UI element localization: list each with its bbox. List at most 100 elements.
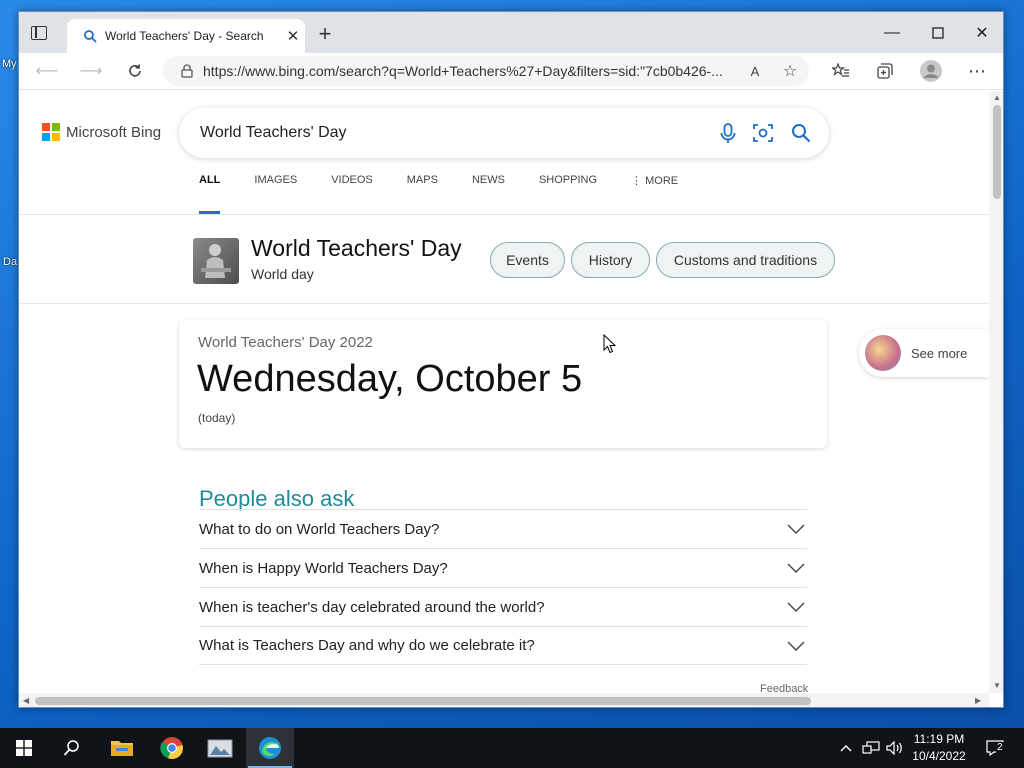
folder-icon: [111, 741, 133, 756]
pill-history[interactable]: History: [571, 242, 650, 278]
profile-button[interactable]: [917, 60, 945, 82]
forward-button[interactable]: ⟶: [77, 60, 105, 82]
tab-title: World Teachers' Day - Search: [105, 29, 264, 43]
search-input[interactable]: World Teachers' Day: [179, 108, 829, 158]
url-text: https://www.bing.com/search?q=World+Teac…: [203, 63, 723, 79]
see-more-thumbnail: [865, 335, 901, 371]
mouse-cursor-icon: [603, 334, 617, 354]
scroll-down-icon[interactable]: ▼: [993, 681, 1001, 690]
chevron-down-icon: [787, 563, 805, 573]
volume-button[interactable]: [884, 728, 906, 768]
taskbar: 11:19 PM 10/4/2022 2: [0, 728, 1024, 768]
chrome-icon: [160, 737, 183, 760]
tab-images[interactable]: IMAGES: [254, 174, 297, 202]
lock-icon[interactable]: [181, 64, 193, 78]
scrollbar-thumb[interactable]: [993, 105, 1001, 199]
minimize-button[interactable]: —: [869, 20, 915, 46]
see-more-button[interactable]: See more: [859, 329, 989, 377]
date-card-note: (today): [198, 411, 236, 425]
tab-actions-icon[interactable]: [31, 26, 47, 40]
horizontal-scrollbar[interactable]: ◀ ▶: [19, 693, 989, 707]
paa-question[interactable]: What to do on World Teachers Day?: [199, 509, 807, 548]
bing-logo-text: Microsoft Bing: [66, 123, 162, 141]
tab-all[interactable]: ALL: [199, 174, 221, 214]
teacher-photo-icon: [201, 244, 231, 278]
back-button[interactable]: ⟵: [33, 60, 61, 82]
close-tab-icon[interactable]: ✕: [281, 27, 305, 45]
pill-customs-and-traditions[interactable]: Customs and traditions: [656, 242, 835, 278]
desktop-icon-label[interactable]: My: [2, 58, 17, 70]
microphone-icon[interactable]: [717, 122, 739, 144]
chevron-down-icon: [787, 602, 805, 612]
visual-search-icon[interactable]: [752, 122, 774, 144]
browser-window: World Teachers' Day - Search ✕ + — ✕ ⟵ ⟶…: [18, 11, 1004, 708]
more-dots-icon: ⋮: [631, 175, 646, 187]
scroll-up-icon[interactable]: ▲: [993, 93, 1001, 102]
chevron-up-icon: [840, 745, 852, 752]
page-content: Microsoft Bing World Teachers' Day ALL I…: [19, 91, 989, 693]
system-clock[interactable]: 11:19 PM 10/4/2022: [908, 731, 970, 765]
collections-button[interactable]: [871, 60, 899, 82]
new-tab-button[interactable]: +: [313, 22, 337, 46]
scroll-right-icon[interactable]: ▶: [975, 696, 981, 705]
tab-active[interactable]: World Teachers' Day - Search ✕: [67, 19, 305, 53]
notification-center-button[interactable]: 2: [980, 728, 1010, 768]
date-card-date: Wednesday, October 5: [197, 358, 583, 400]
avatar: [920, 60, 942, 82]
tab-videos[interactable]: VIDEOS: [331, 174, 373, 202]
paa-question[interactable]: What is Teachers Day and why do we celeb…: [199, 626, 807, 665]
favorites-button[interactable]: [827, 60, 855, 82]
vertical-scrollbar[interactable]: ▲ ▼: [989, 91, 1003, 693]
search-icon[interactable]: [790, 122, 812, 144]
network-button[interactable]: [860, 728, 882, 768]
edge-icon: [259, 737, 281, 759]
search-icon: [84, 30, 97, 43]
tab-news[interactable]: NEWS: [472, 174, 505, 202]
show-hidden-icons-button[interactable]: [836, 728, 856, 768]
address-bar[interactable]: https://www.bing.com/search?q=World+Teac…: [163, 56, 809, 86]
close-window-button[interactable]: ✕: [959, 20, 1003, 46]
add-favorite-button[interactable]: ☆: [776, 60, 804, 82]
settings-more-button[interactable]: ⋯: [963, 60, 991, 82]
tab-more-label: MORE: [645, 175, 679, 187]
taskbar-app[interactable]: [196, 728, 244, 768]
entity-title[interactable]: World Teachers' Day: [251, 235, 462, 262]
collections-icon: [877, 63, 893, 79]
pill-events[interactable]: Events: [490, 242, 565, 278]
date-answer-card: World Teachers' Day 2022 Wednesday, Octo…: [179, 320, 827, 448]
taskbar-file-explorer[interactable]: [98, 728, 146, 768]
paa-question-text: When is teacher's day celebrated around …: [199, 598, 545, 616]
tab-maps[interactable]: MAPS: [407, 174, 438, 202]
desktop-icon-label[interactable]: Da: [3, 256, 17, 268]
search-vertical-tabs: ALL IMAGES VIDEOS MAPS NEWS SHOPPING ⋮ M…: [199, 174, 712, 214]
paa-question[interactable]: When is teacher's day celebrated around …: [199, 587, 807, 626]
paa-question-text: What to do on World Teachers Day?: [199, 520, 440, 538]
scroll-left-icon[interactable]: ◀: [23, 696, 29, 705]
divider: [19, 214, 989, 215]
taskbar-chrome[interactable]: [148, 728, 196, 768]
scrollbar-thumb[interactable]: [35, 697, 811, 705]
search-query: World Teachers' Day: [200, 124, 347, 141]
paa-question[interactable]: When is Happy World Teachers Day?: [199, 548, 807, 587]
divider: [19, 303, 989, 304]
entity-image[interactable]: [193, 238, 239, 284]
title-bar: World Teachers' Day - Search ✕ + — ✕: [19, 12, 1003, 53]
tab-more[interactable]: ⋮ MORE: [631, 174, 678, 202]
read-aloud-button[interactable]: A: [741, 60, 769, 82]
clock-date: 10/4/2022: [912, 749, 966, 763]
maximize-button[interactable]: [915, 20, 961, 46]
tab-shopping[interactable]: SHOPPING: [539, 174, 597, 202]
chevron-down-icon: [787, 641, 805, 651]
taskbar-search-button[interactable]: [48, 728, 96, 768]
read-aloud-icon: A: [750, 63, 760, 79]
windows-logo-icon: [16, 740, 32, 756]
feedback-link[interactable]: Feedback: [760, 683, 808, 693]
bing-logo[interactable]: Microsoft Bing: [42, 123, 161, 141]
refresh-button[interactable]: [121, 60, 149, 82]
taskbar-edge[interactable]: [246, 728, 294, 768]
browser-toolbar: ⟵ ⟶ https://www.bing.com/search?q=World+…: [19, 53, 1003, 90]
refresh-icon: [129, 64, 141, 77]
clock-time: 11:19 PM: [913, 732, 965, 746]
entity-subtitle: World day: [251, 266, 314, 282]
start-button[interactable]: [0, 728, 48, 768]
